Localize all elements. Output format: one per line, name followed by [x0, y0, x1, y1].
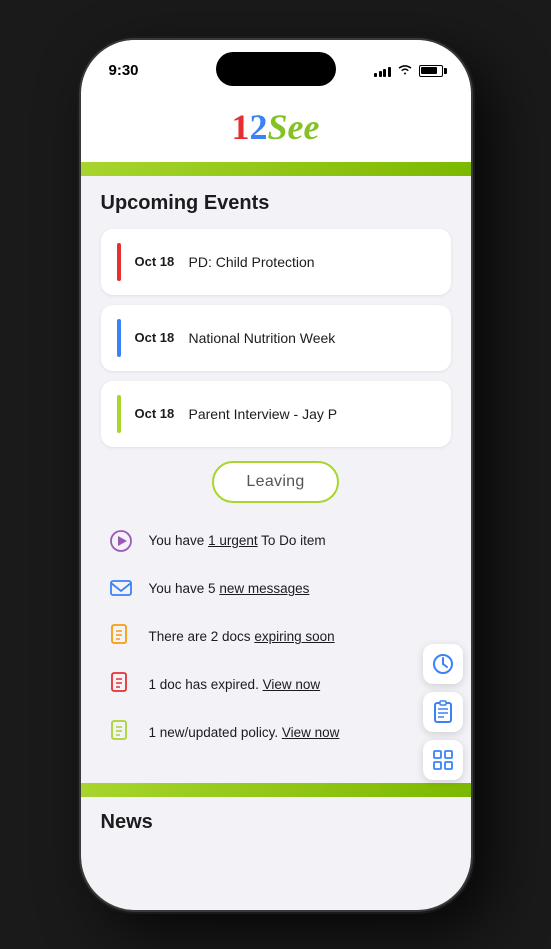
fab-container — [423, 644, 463, 780]
event-card-2[interactable]: Oct 18 National Nutrition Week — [101, 305, 451, 371]
signal-bar-2 — [379, 71, 382, 77]
wifi-icon — [397, 63, 413, 78]
event-name-2: National Nutrition Week — [189, 330, 336, 346]
notif-policy-text: 1 new/updated policy. View now — [149, 725, 340, 740]
battery-fill — [421, 67, 437, 74]
signal-bars-icon — [374, 65, 391, 77]
expired-doc-icon — [105, 669, 137, 701]
event-name-3: Parent Interview - Jay P — [189, 406, 338, 422]
event-accent-2 — [117, 319, 121, 357]
signal-bar-4 — [388, 67, 391, 77]
todo-icon — [105, 525, 137, 557]
notification-list: You have 1 urgent To Do item You have 5 … — [101, 517, 451, 757]
notif-messages[interactable]: You have 5 new messages — [101, 565, 451, 613]
header-divider — [81, 162, 471, 176]
message-icon — [105, 573, 137, 605]
signal-bar-3 — [383, 69, 386, 77]
phone-frame: 9:30 — [81, 40, 471, 910]
status-icons — [374, 63, 443, 78]
logo-1: 1 — [232, 107, 250, 147]
event-name-1: PD: Child Protection — [189, 254, 315, 270]
logo-see: See — [268, 107, 320, 147]
event-accent-1 — [117, 243, 121, 281]
event-date-2: Oct 18 — [135, 330, 175, 345]
logo-2: 2 — [250, 107, 268, 147]
notif-todo[interactable]: You have 1 urgent To Do item — [101, 517, 451, 565]
notif-expired-doc[interactable]: 1 doc has expired. View now — [101, 661, 451, 709]
status-bar: 9:30 — [81, 40, 471, 94]
grid-fab-button[interactable] — [423, 740, 463, 780]
leaving-button[interactable]: Leaving — [212, 461, 338, 503]
app-header: 12See — [81, 94, 471, 162]
notif-todo-text: You have 1 urgent To Do item — [149, 533, 326, 548]
expiring-doc-icon — [105, 621, 137, 653]
news-title: News — [101, 811, 451, 834]
clipboard-fab-button[interactable] — [423, 692, 463, 732]
bottom-divider — [81, 783, 471, 797]
dynamic-island — [216, 52, 336, 86]
event-date-1: Oct 18 — [135, 254, 175, 269]
notif-expiring-text: There are 2 docs expiring soon — [149, 629, 335, 644]
news-section: News — [81, 797, 471, 848]
event-card-1[interactable]: Oct 18 PD: Child Protection — [101, 229, 451, 295]
event-accent-3 — [117, 395, 121, 433]
policy-doc-icon — [105, 717, 137, 749]
phone-screen: 9:30 — [81, 40, 471, 910]
upcoming-events-title: Upcoming Events — [101, 192, 451, 215]
event-card-3[interactable]: Oct 18 Parent Interview - Jay P — [101, 381, 451, 447]
app-logo: 12See — [232, 106, 320, 148]
battery-icon — [419, 65, 443, 77]
notif-expired-text: 1 doc has expired. View now — [149, 677, 321, 692]
notif-policy[interactable]: 1 new/updated policy. View now — [101, 709, 451, 757]
event-date-3: Oct 18 — [135, 406, 175, 421]
notif-expiring-docs[interactable]: There are 2 docs expiring soon — [101, 613, 451, 661]
notif-messages-text: You have 5 new messages — [149, 581, 310, 596]
status-time: 9:30 — [109, 62, 139, 79]
clock-fab-button[interactable] — [423, 644, 463, 684]
main-content: Upcoming Events Oct 18 PD: Child Protect… — [81, 176, 471, 773]
leaving-button-wrapper: Leaving — [101, 461, 451, 503]
signal-bar-1 — [374, 73, 377, 77]
